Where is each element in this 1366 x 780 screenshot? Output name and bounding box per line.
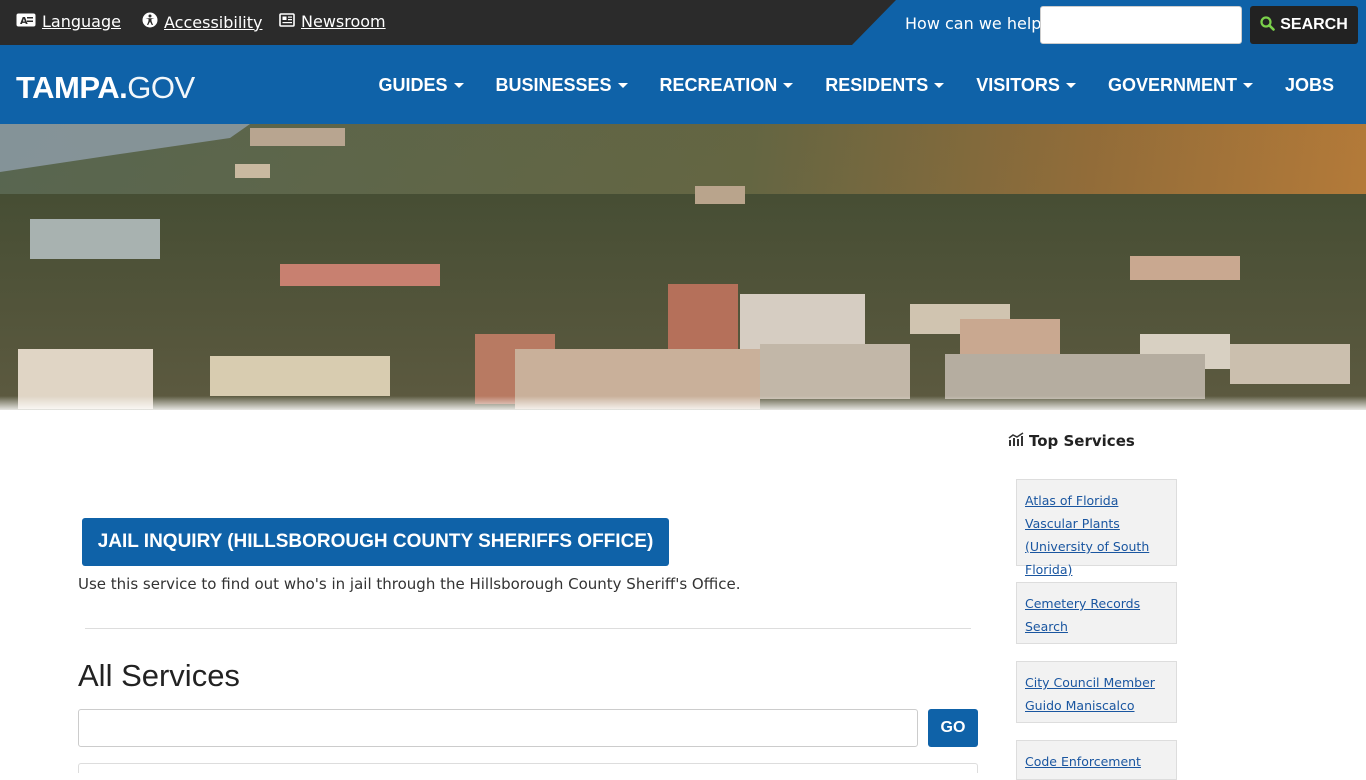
divider bbox=[85, 628, 971, 629]
nav-menu: GUIDES BUSINESSES RECREATION RESIDENTS V… bbox=[378, 75, 1334, 96]
services-list bbox=[78, 763, 978, 773]
site-search-input[interactable] bbox=[1040, 6, 1242, 44]
nav-government[interactable]: GOVERNMENT bbox=[1108, 75, 1253, 96]
top-service-link[interactable]: Atlas of Florida Vascular Plants (Univer… bbox=[1025, 493, 1149, 577]
newsroom-label: Newsroom bbox=[301, 12, 386, 31]
go-button[interactable]: GO bbox=[928, 709, 978, 747]
search-icon bbox=[1260, 15, 1276, 35]
caret-down-icon bbox=[1065, 83, 1076, 88]
services-search-input[interactable] bbox=[78, 709, 918, 747]
hero-image bbox=[0, 124, 1366, 410]
nav-label: RECREATION bbox=[659, 75, 778, 95]
language-icon: A bbox=[16, 13, 36, 31]
newsroom-link[interactable]: Newsroom bbox=[279, 12, 386, 31]
top-services-heading: Top Services bbox=[1008, 432, 1135, 450]
nav-jobs[interactable]: JOBS bbox=[1285, 75, 1334, 96]
nav-residents[interactable]: RESIDENTS bbox=[825, 75, 945, 96]
accessibility-icon bbox=[142, 12, 158, 32]
nav-label: GUIDES bbox=[378, 75, 448, 95]
top-service-card: Cemetery Records Search bbox=[1016, 582, 1177, 644]
city-aerial-illustration bbox=[0, 124, 1366, 410]
caret-down-icon bbox=[617, 83, 628, 88]
utility-bar: A Language Accessibility Newsroom How ca… bbox=[0, 0, 1366, 45]
newspaper-icon bbox=[279, 12, 295, 31]
language-link[interactable]: A Language bbox=[16, 12, 121, 31]
nav-label: BUSINESSES bbox=[495, 75, 612, 95]
svg-text:A: A bbox=[20, 16, 28, 27]
language-label: Language bbox=[42, 12, 121, 31]
all-services-heading: All Services bbox=[78, 658, 240, 693]
caret-down-icon bbox=[1242, 83, 1253, 88]
top-service-card: City Council Member Guido Maniscalco bbox=[1016, 661, 1177, 723]
nav-label: GOVERNMENT bbox=[1107, 75, 1237, 95]
main-nav: TAMPA.GOV GUIDES BUSINESSES RECREATION R… bbox=[0, 45, 1366, 124]
nav-label: JOBS bbox=[1284, 75, 1334, 95]
top-service-link[interactable]: City Council Member Guido Maniscalco bbox=[1025, 675, 1155, 713]
search-button-label: SEARCH bbox=[1280, 16, 1348, 33]
jail-inquiry-description: Use this service to find out who's in ja… bbox=[78, 575, 741, 593]
nav-businesses[interactable]: BUSINESSES bbox=[496, 75, 628, 96]
top-service-card: Atlas of Florida Vascular Plants (Univer… bbox=[1016, 479, 1177, 577]
caret-down-icon bbox=[934, 83, 945, 88]
help-label: How can we help? bbox=[905, 14, 1050, 33]
caret-down-icon bbox=[453, 83, 464, 88]
logo-bold: TAMPA. bbox=[16, 70, 128, 105]
top-services-label: Top Services bbox=[1029, 432, 1135, 450]
top-service-link[interactable]: Cemetery Records Search bbox=[1025, 596, 1140, 634]
top-service-link[interactable]: Code Enforcement bbox=[1025, 754, 1141, 769]
nav-label: RESIDENTS bbox=[825, 75, 929, 95]
nav-recreation[interactable]: RECREATION bbox=[660, 75, 794, 96]
nav-visitors[interactable]: VISITORS bbox=[976, 75, 1076, 96]
caret-down-icon bbox=[783, 83, 794, 88]
search-button[interactable]: SEARCH bbox=[1250, 6, 1358, 44]
nav-guides[interactable]: GUIDES bbox=[378, 75, 464, 96]
top-service-card: Code Enforcement bbox=[1016, 740, 1177, 780]
accessibility-label: Accessibility bbox=[164, 12, 263, 32]
nav-label: VISITORS bbox=[976, 75, 1060, 95]
accessibility-link[interactable]: Accessibility bbox=[142, 12, 262, 32]
site-logo[interactable]: TAMPA.GOV bbox=[16, 70, 195, 106]
logo-light: GOV bbox=[127, 70, 195, 105]
chart-line-icon bbox=[1008, 432, 1025, 450]
jail-inquiry-button[interactable]: JAIL INQUIRY (HILLSBOROUGH COUNTY SHERIF… bbox=[82, 518, 669, 566]
